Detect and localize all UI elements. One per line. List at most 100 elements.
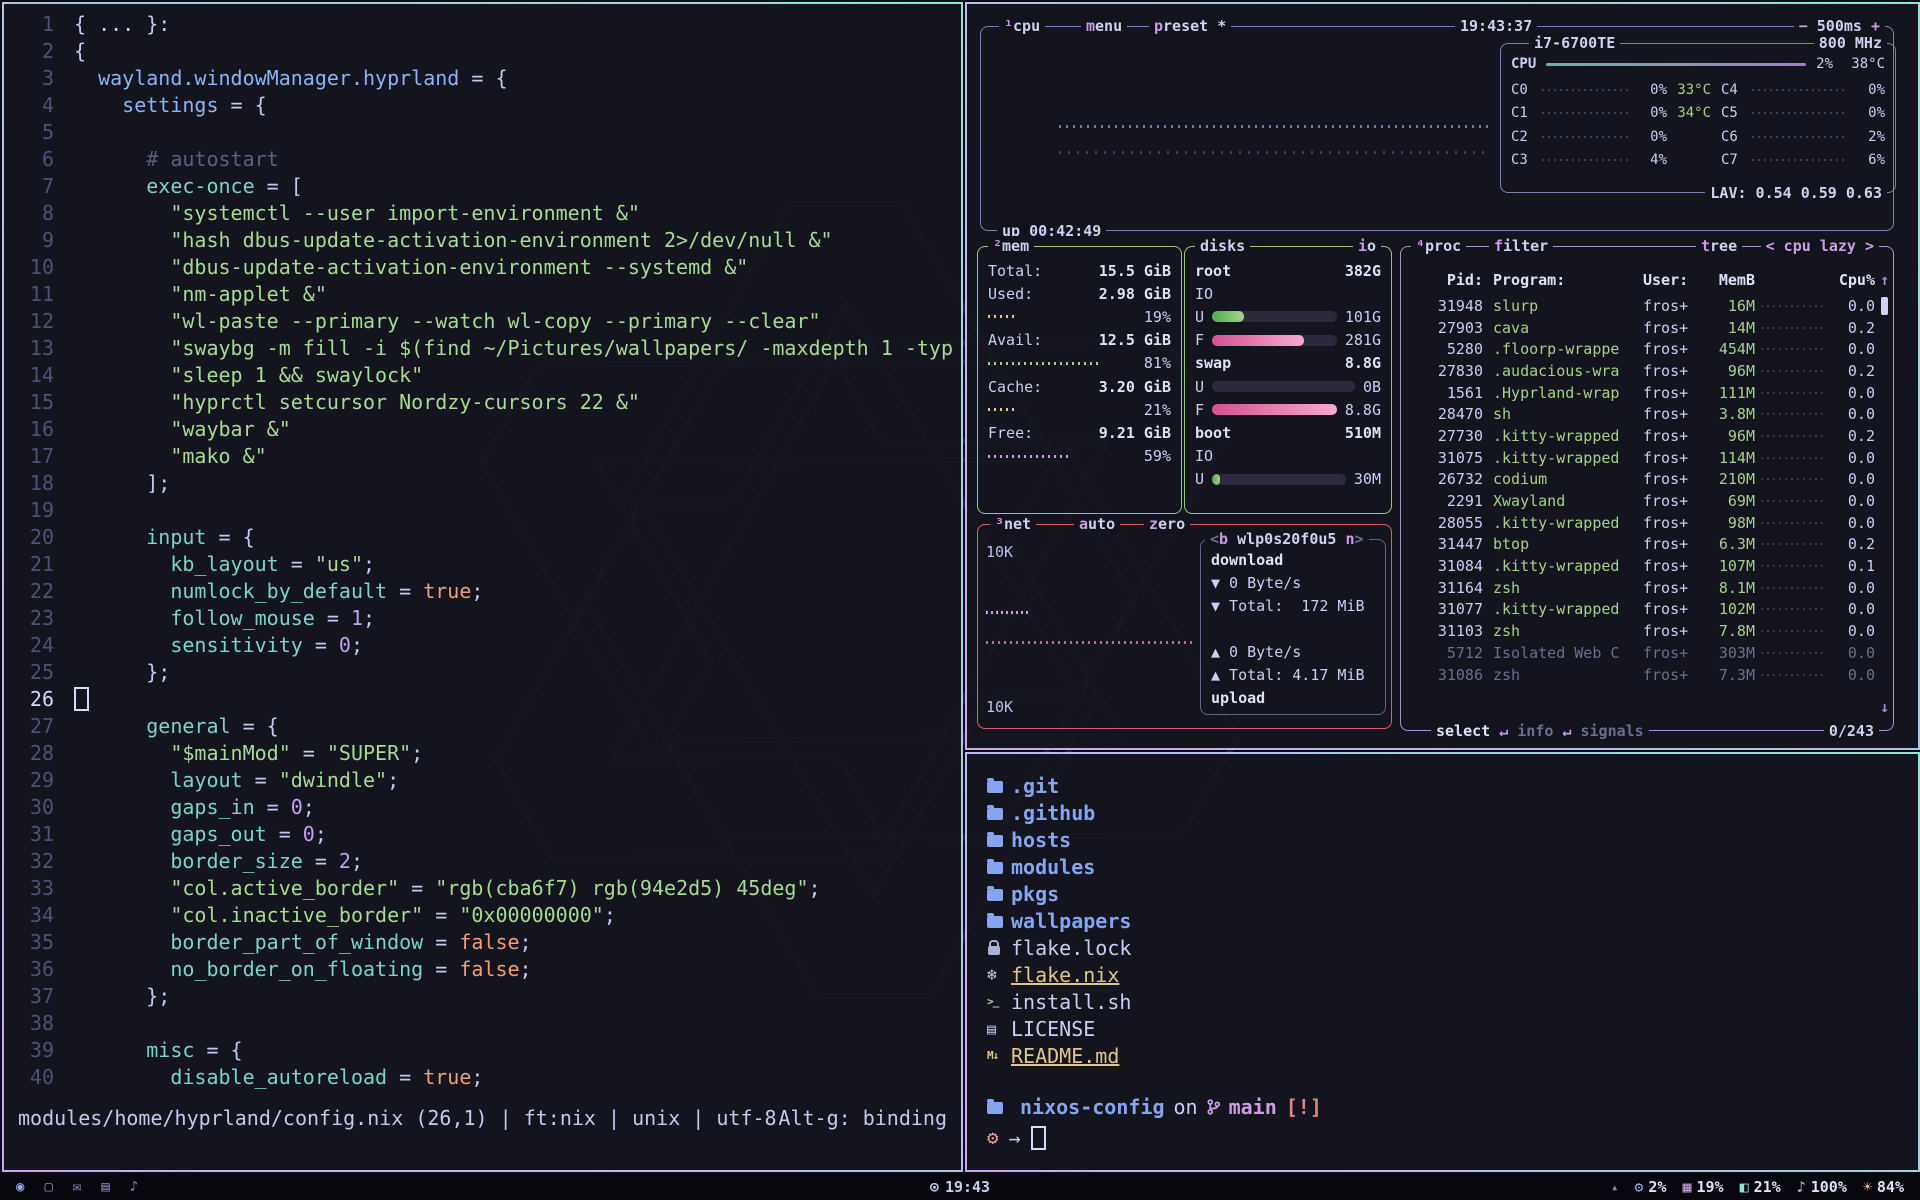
process-row[interactable]: 26732codiumfros+210M0.0 — [1411, 469, 1875, 491]
code-segment: border_part_of_window — [170, 930, 423, 954]
process-row[interactable]: 31447btopfros+6.3M0.2 — [1411, 534, 1875, 556]
lock-icon — [987, 940, 1011, 955]
process-cpu: 0.0 — [1831, 470, 1875, 488]
launcher-icon[interactable]: ◉ — [16, 1179, 24, 1195]
menu-button[interactable]: menu — [1081, 16, 1127, 36]
code-segment: = — [387, 1065, 423, 1089]
process-name: zsh — [1493, 579, 1643, 597]
process-row[interactable]: 27830.audacious-wrafros+96M0.2 — [1411, 360, 1875, 382]
editor-window[interactable]: 1{ ... }:2{3 wayland.windowManager.hyprl… — [2, 2, 963, 1172]
line-number: 38 — [4, 1010, 74, 1037]
editor-line: 37 }; — [4, 983, 961, 1010]
messages-icon[interactable]: ✉ — [73, 1179, 81, 1195]
editor-line: 21 kb_layout = "us"; — [4, 551, 961, 578]
process-row[interactable]: 31164zshfros+8.1M0.0 — [1411, 577, 1875, 599]
scroll-up-arrow[interactable]: ↑ — [1880, 271, 1889, 289]
file-row: modules — [987, 853, 1918, 880]
file-name: .git — [1011, 774, 1059, 798]
code-segment: = [ — [255, 174, 303, 198]
process-mem: 96M — [1705, 362, 1755, 380]
disk-meter — [1212, 404, 1337, 415]
process-row[interactable]: 31103zshfros+7.8M0.0 — [1411, 620, 1875, 642]
volume-stat[interactable]: ♪100% — [1797, 1178, 1847, 1196]
tree-button[interactable]: tree — [1696, 236, 1742, 256]
btop-window[interactable]: ¹cpu menu preset * 19:43:37 − 500ms + i7… — [965, 2, 1920, 750]
cpu-history-graph-faint — [1059, 151, 1489, 154]
cpu-stat[interactable]: ⚙2% — [1634, 1178, 1666, 1196]
process-cpu-graph — [1761, 457, 1825, 459]
tray-expand-icon[interactable]: ▴ — [1611, 1180, 1618, 1194]
process-row[interactable]: 31075.kitty-wrappedfros+114M0.0 — [1411, 447, 1875, 469]
process-mem: 111M — [1705, 384, 1755, 402]
core-leader — [1542, 112, 1628, 114]
memory-stat[interactable]: ▦19% — [1682, 1178, 1723, 1196]
code-segment: = — [423, 903, 459, 927]
line-number: 7 — [4, 173, 74, 200]
process-row[interactable]: 31077.kitty-wrappedfros+102M0.0 — [1411, 599, 1875, 621]
editor-line: 40 disable_autoreload = true; — [4, 1064, 961, 1091]
cpu-core-row: C40% — [1721, 78, 1885, 102]
process-mem: 210M — [1705, 470, 1755, 488]
process-cpu: 0.0 — [1831, 340, 1875, 358]
file-name: install.sh — [1011, 990, 1131, 1014]
upload-label: upload — [1211, 686, 1375, 709]
process-mem: 303M — [1705, 644, 1755, 662]
brightness-stat[interactable]: ☀84% — [1863, 1178, 1904, 1196]
process-row[interactable]: 27730.kitty-wrappedfros+96M0.2 — [1411, 425, 1875, 447]
process-cpu: 0.0 — [1831, 449, 1875, 467]
net-auto-button[interactable]: auto — [1074, 514, 1120, 534]
shell-input-line[interactable]: ⚙ → — [987, 1126, 1918, 1150]
net-zero-button[interactable]: zero — [1144, 514, 1190, 534]
process-table-header[interactable]: Pid: Program: User: MemB Cpu% — [1411, 271, 1875, 289]
disk-stat-value: 21% — [1754, 1178, 1781, 1196]
window-icon[interactable]: ▢ — [44, 1179, 52, 1195]
net-spacer — [1211, 617, 1375, 640]
preset-button[interactable]: preset * — [1149, 16, 1231, 36]
apps-icon[interactable]: ▤ — [101, 1179, 109, 1195]
mem-percent: 81% — [1144, 354, 1171, 372]
process-row[interactable]: 28055.kitty-wrappedfros+98M0.0 — [1411, 512, 1875, 534]
scrollbar-thumb[interactable] — [1881, 297, 1888, 315]
disk-bar-value: 101G — [1345, 308, 1381, 326]
core-temperature: 34°C — [1667, 105, 1711, 121]
mem-label: Free: — [988, 424, 1033, 442]
process-row[interactable]: 28470shfros+3.8M0.0 — [1411, 403, 1875, 425]
process-row[interactable]: 31086zshfros+7.3M0.0 — [1411, 664, 1875, 686]
mem-stat-row: Cache:3.20 GiB — [988, 375, 1171, 398]
code-segment: ; — [387, 768, 399, 792]
disk-row: IO — [1195, 445, 1381, 468]
process-row[interactable]: 2291Xwaylandfros+69M0.0 — [1411, 490, 1875, 512]
process-row[interactable]: 1561.Hyprland-wrapfros+111M0.0 — [1411, 382, 1875, 404]
terminal-window[interactable]: .git.githubhostsmodulespkgswallpapersfla… — [965, 752, 1920, 1172]
process-row[interactable]: 27903cavafros+14M0.2 — [1411, 317, 1875, 339]
code-segment: 0 — [303, 822, 315, 846]
process-row[interactable]: 5280.floorp-wrappefros+454M0.0 — [1411, 338, 1875, 360]
code-segment: no_border_on_floating — [170, 957, 423, 981]
mem-label: Avail: — [988, 331, 1042, 349]
cpu-core-row: C20% — [1511, 125, 1711, 149]
io-mode-button[interactable]: io — [1353, 236, 1381, 256]
process-row[interactable]: 31948slurpfros+16M0.0 — [1411, 295, 1875, 317]
process-pid: 31948 — [1411, 297, 1483, 315]
net-interface-selector[interactable]: <b wlp0s20f0u5 n> — [1205, 529, 1369, 549]
line-number: 4 — [4, 92, 74, 119]
scroll-down-arrow[interactable]: ↓ — [1880, 698, 1889, 716]
filter-button[interactable]: filter — [1489, 236, 1553, 256]
line-number: 30 — [4, 794, 74, 821]
editor-line: 15 "hyprctl setcursor Nordzy-cursors 22 … — [4, 389, 961, 416]
process-name: .kitty-wrapped — [1493, 514, 1643, 532]
disk-stat[interactable]: ◧21% — [1740, 1178, 1781, 1196]
process-row[interactable]: 31084.kitty-wrappedfros+107M0.1 — [1411, 555, 1875, 577]
net-scale-top: 10K — [986, 543, 1013, 561]
line-number: 34 — [4, 902, 74, 929]
editor-statusline: modules/home/hyprland/config.nix (26,1) … — [18, 1106, 947, 1130]
line-number: 33 — [4, 875, 74, 902]
process-row[interactable]: 5712Isolated Web Cfros+303M0.0 — [1411, 642, 1875, 664]
clock-widget[interactable]: ⊙ 19:43 — [930, 1178, 990, 1196]
music-icon[interactable]: ♪ — [130, 1179, 138, 1195]
disk-meter-fill — [1212, 311, 1244, 322]
markdown-icon: M↓ — [987, 1049, 1011, 1062]
sort-selector[interactable]: < cpu lazy > — [1761, 236, 1879, 256]
code-segment — [74, 282, 170, 306]
editor-buffer[interactable]: 1{ ... }:2{3 wayland.windowManager.hyprl… — [4, 4, 961, 1091]
